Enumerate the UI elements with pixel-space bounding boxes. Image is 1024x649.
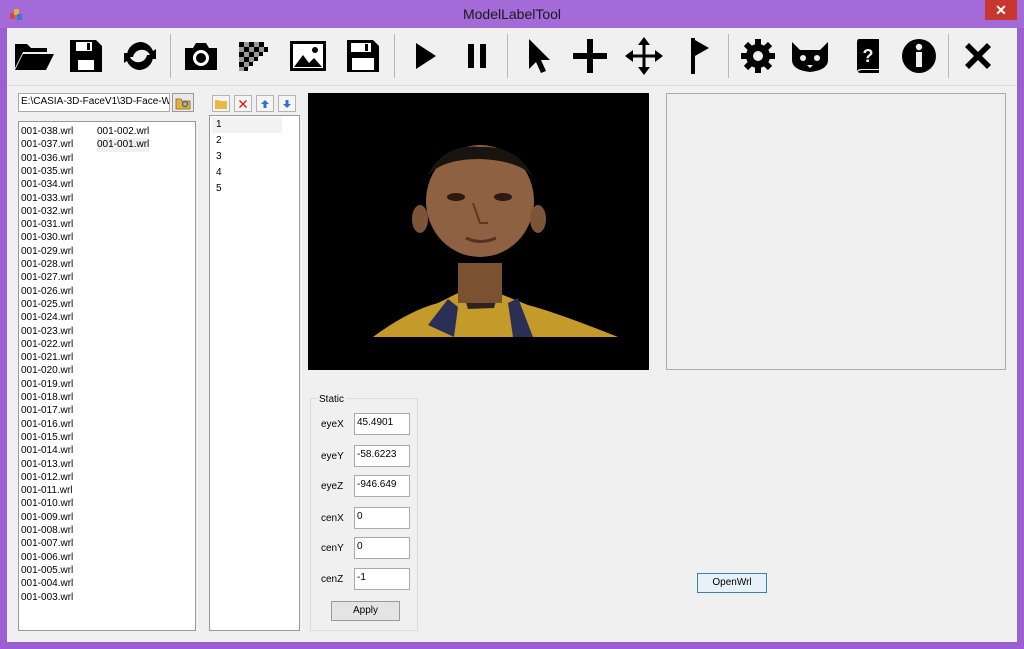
face-model-render	[373, 145, 618, 337]
file-list-item[interactable]: 001-036.wrl	[21, 152, 73, 165]
file-list-item[interactable]: 001-034.wrl	[21, 178, 73, 191]
file-list-item[interactable]: 001-015.wrl	[21, 431, 73, 444]
move-icon[interactable]	[622, 34, 666, 78]
file-list-item[interactable]: 001-025.wrl	[21, 298, 73, 311]
file-list[interactable]: 001-038.wrl 001-037.wrl 001-036.wrl 001-035…	[18, 121, 196, 631]
eyeX-input[interactable]: 45.4901	[354, 413, 410, 435]
animal-icon[interactable]	[788, 34, 832, 78]
file-list-item[interactable]: 001-021.wrl	[21, 351, 73, 364]
open-wrl-button[interactable]: OpenWrl	[697, 573, 767, 593]
cenZ-label: cenZ	[321, 574, 344, 585]
file-list-item[interactable]: 001-011.wrl	[21, 484, 73, 497]
file-list-item[interactable]: 001-014.wrl	[21, 444, 73, 457]
eyeY-label: eyeY	[321, 451, 344, 462]
file-list-item[interactable]: 001-027.wrl	[21, 271, 73, 284]
plus-icon[interactable]	[568, 34, 612, 78]
toolbar: ?	[7, 28, 1017, 86]
file-list-item[interactable]: 001-018.wrl	[21, 391, 73, 404]
file-list-item[interactable]: 001-005.wrl	[21, 564, 73, 577]
file-list-item[interactable]: 001-008.wrl	[21, 524, 73, 537]
delete-icon	[239, 99, 247, 108]
file-list-item[interactable]: 001-019.wrl	[21, 378, 73, 391]
floppy-icon[interactable]	[341, 34, 385, 78]
info-icon[interactable]	[897, 34, 941, 78]
file-list-item[interactable]: 001-017.wrl	[21, 404, 73, 417]
save-icon[interactable]	[64, 34, 108, 78]
file-list-item[interactable]: 001-002.wrl	[97, 125, 149, 138]
gear-icon[interactable]	[736, 34, 780, 78]
label-number-item[interactable]: 1	[216, 117, 222, 133]
camera-icon[interactable]	[179, 34, 223, 78]
arrow-down-icon	[283, 99, 291, 108]
apply-button[interactable]: Apply	[331, 601, 400, 621]
file-list-item[interactable]: 001-003.wrl	[21, 591, 73, 604]
file-list-item[interactable]: 001-020.wrl	[21, 364, 73, 377]
arrow-up-icon	[261, 99, 269, 108]
file-list-item[interactable]: 001-001.wrl	[97, 138, 150, 152]
path-input[interactable]: E:\CASIA-3D-FaceV1\3D-Face-W	[18, 93, 170, 112]
static-group-label: Static	[317, 394, 347, 405]
browse-folder-icon	[175, 98, 191, 109]
cenX-input[interactable]: 0	[354, 507, 410, 529]
help-book-icon[interactable]: ?	[845, 34, 889, 78]
file-list-item[interactable]: 001-004.wrl	[21, 577, 73, 590]
file-list-item[interactable]: 001-033.wrl	[21, 192, 73, 205]
file-list-item[interactable]: 001-024.wrl	[21, 311, 73, 324]
eyeZ-input[interactable]: -946.649	[354, 475, 410, 497]
file-list-item[interactable]: 001-030.wrl	[21, 231, 73, 244]
cenY-label: cenY	[321, 543, 344, 554]
file-list-item[interactable]: 001-013.wrl	[21, 458, 73, 471]
flag-icon[interactable]	[676, 34, 720, 78]
selected-row-highlight	[212, 117, 282, 133]
file-list-item[interactable]: 001-012.wrl	[21, 471, 73, 484]
play-icon[interactable]	[403, 34, 447, 78]
eyeZ-label: eyeZ	[321, 481, 344, 492]
label-number-item[interactable]: 5	[216, 181, 222, 197]
move-down-button[interactable]	[278, 95, 296, 112]
file-list-item[interactable]: 001-031.wrl	[21, 218, 73, 231]
checkerboard-icon[interactable]	[231, 34, 275, 78]
file-list-item[interactable]: 001-016.wrl	[21, 418, 73, 431]
file-list-item[interactable]: 001-026.wrl	[21, 285, 73, 298]
delete-button[interactable]	[234, 95, 252, 112]
file-list-item[interactable]: 001-037.wrl	[21, 138, 73, 151]
secondary-view-panel[interactable]	[666, 93, 1006, 370]
file-list-item[interactable]: 001-023.wrl	[21, 325, 73, 338]
cenZ-input[interactable]: -1	[354, 568, 410, 590]
file-list-item[interactable]: 001-010.wrl	[21, 497, 73, 510]
file-list-item[interactable]: 001-007.wrl	[21, 537, 73, 550]
open-folder-icon[interactable]	[12, 34, 56, 78]
file-list-item[interactable]: 001-028.wrl	[21, 258, 73, 271]
file-list-item[interactable]: 001-038.wrl	[21, 125, 73, 138]
file-list-item[interactable]: 001-009.wrl	[21, 511, 73, 524]
image-icon[interactable]	[286, 34, 330, 78]
model-preview[interactable]	[308, 93, 649, 370]
add-folder-button[interactable]	[212, 95, 230, 112]
label-number-list[interactable]: 12345	[209, 115, 300, 631]
pause-icon[interactable]	[455, 34, 499, 78]
file-list-item[interactable]: 001-029.wrl	[21, 245, 73, 258]
window-title: ModelLabelTool	[462, 6, 562, 22]
label-number-item[interactable]: 3	[216, 149, 222, 165]
cursor-icon[interactable]	[516, 34, 560, 78]
svg-text:?: ?	[863, 46, 874, 66]
list-toolbar	[212, 95, 300, 113]
move-up-button[interactable]	[256, 95, 274, 112]
label-number-item[interactable]: 2	[216, 133, 222, 149]
file-list-item[interactable]: 001-035.wrl	[21, 165, 73, 178]
close-icon[interactable]	[956, 34, 1000, 78]
refresh-icon[interactable]	[118, 34, 162, 78]
cenY-input[interactable]: 0	[354, 537, 410, 559]
browse-button[interactable]	[172, 93, 194, 112]
file-list-item[interactable]: 001-006.wrl	[21, 551, 73, 564]
label-number-item[interactable]: 4	[216, 165, 222, 181]
window-close-button[interactable]: ✕	[985, 0, 1017, 20]
eyeX-label: eyeX	[321, 419, 344, 430]
cenX-label: cenX	[321, 513, 344, 524]
folder-icon	[215, 99, 227, 109]
file-list-item[interactable]: 001-032.wrl	[21, 205, 73, 218]
eyeY-input[interactable]: -58.6223	[354, 445, 410, 467]
file-list-item[interactable]: 001-022.wrl	[21, 338, 73, 351]
